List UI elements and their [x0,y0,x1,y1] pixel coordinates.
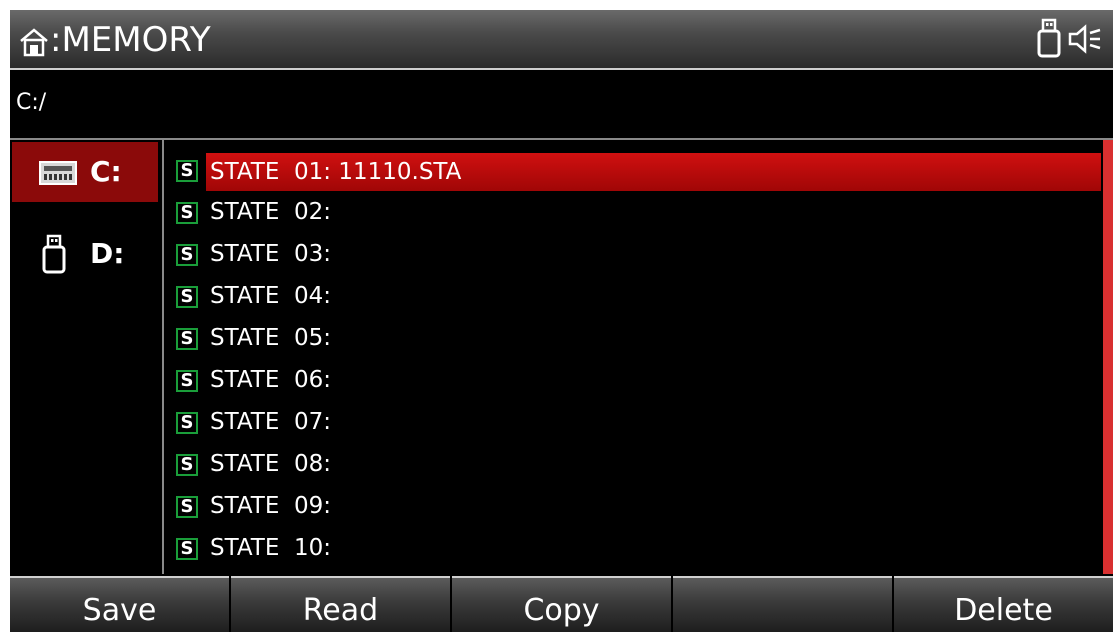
file-row-state-04[interactable]: S STATE 04: [164,276,1103,316]
file-row-state-10[interactable]: S STATE 10: [164,528,1103,568]
file-name: STATE 01: 11110.STA [206,153,1101,191]
state-file-icon: S [176,496,198,518]
page-title: :MEMORY [50,20,211,60]
usb-icon [1037,18,1061,58]
scrollbar[interactable] [1103,140,1113,574]
file-row-state-02[interactable]: S STATE 02: [164,192,1103,232]
state-file-icon: S [176,160,198,182]
file-name: STATE 04: [210,283,332,309]
internal-memory-icon [39,161,77,185]
file-row-state-06[interactable]: S STATE 06: [164,360,1103,400]
read-button[interactable]: Read [231,576,450,632]
current-path: C:/ [16,90,47,115]
speaker-muted-icon [1068,24,1101,54]
save-button[interactable]: Save [10,576,229,632]
home-icon[interactable] [18,26,50,58]
drive-label: D: [90,237,125,270]
state-file-icon: S [176,538,198,560]
state-file-icon: S [176,370,198,392]
state-file-icon: S [176,244,198,266]
file-name: STATE 06: [210,367,332,393]
memory-screen: :MEMORY C:/ C: D: S STATE 01: 11110.STA … [10,10,1113,632]
state-file-icon: S [176,328,198,350]
state-file-icon: S [176,286,198,308]
delete-button[interactable]: Delete [894,576,1113,632]
file-row-state-05[interactable]: S STATE 05: [164,318,1103,358]
state-file-icon: S [176,202,198,224]
drive-label: C: [90,155,122,188]
file-row-state-01[interactable]: S STATE 01: 11110.STA [164,150,1103,191]
state-file-icon: S [176,454,198,476]
title-bar: :MEMORY [10,10,1113,70]
drive-panel: C: D: [10,140,164,574]
file-name: STATE 09: [210,493,332,519]
file-row-state-07[interactable]: S STATE 07: [164,402,1103,442]
file-name: STATE 07: [210,409,332,435]
blank-softkey[interactable] [673,576,892,632]
usb-drive-icon [42,234,66,274]
drive-item-d[interactable]: D: [12,224,158,284]
file-name: STATE 03: [210,241,332,267]
copy-button[interactable]: Copy [452,576,671,632]
file-name: STATE 10: [210,535,332,561]
file-name: STATE 02: [210,199,332,225]
file-row-state-03[interactable]: S STATE 03: [164,234,1103,274]
softkey-bar: Save Read Copy Delete [10,576,1113,632]
file-name: STATE 08: [210,451,332,477]
file-list: S STATE 01: 11110.STA S STATE 02: S STAT… [164,140,1103,574]
file-row-state-09[interactable]: S STATE 09: [164,486,1103,526]
file-row-state-08[interactable]: S STATE 08: [164,444,1103,484]
file-name: STATE 05: [210,325,332,351]
state-file-icon: S [176,412,198,434]
path-bar: C:/ [10,72,1113,140]
drive-item-c[interactable]: C: [12,142,158,202]
